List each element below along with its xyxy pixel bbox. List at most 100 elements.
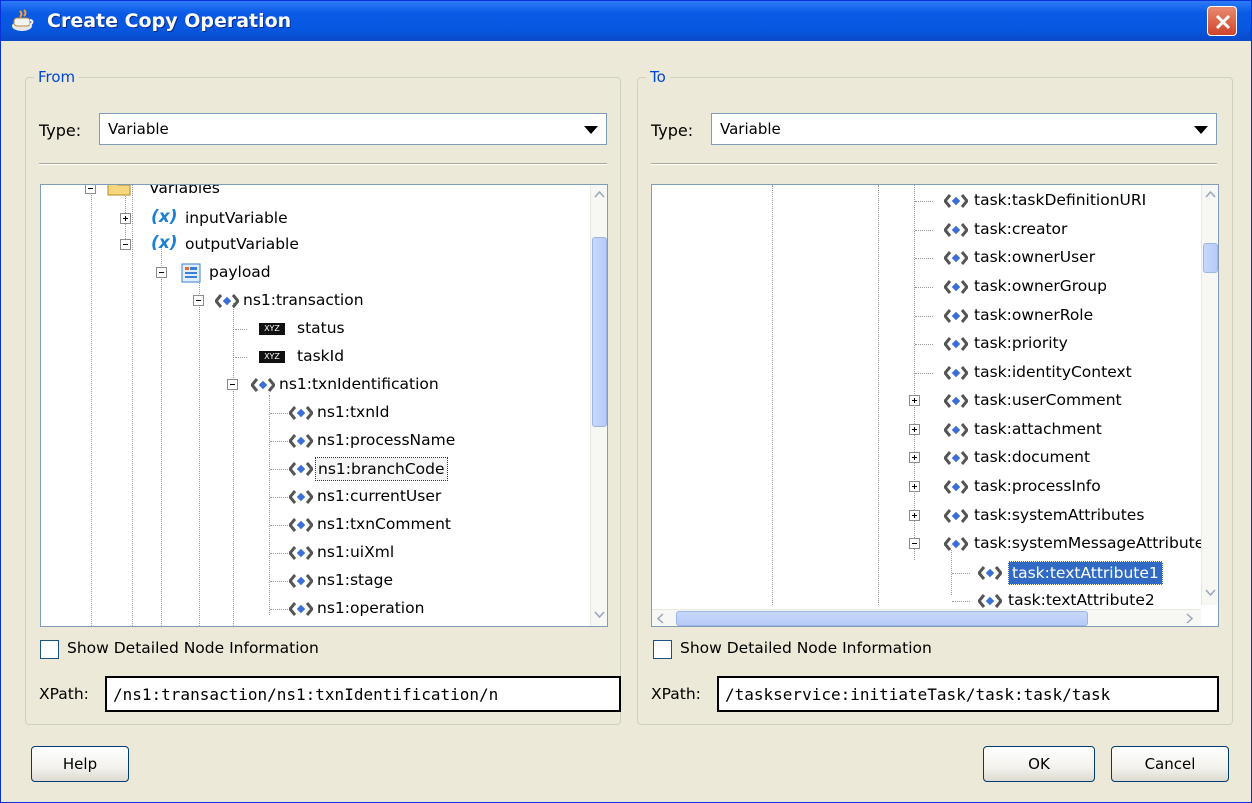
collapse-icon[interactable] (193, 295, 204, 306)
tree-node-branchcode[interactable]: ns1:branchCode (41, 455, 601, 483)
tree-node-label: task:textAttribute2 (1008, 591, 1155, 609)
collapse-icon[interactable] (909, 538, 920, 549)
tree-node-uixml[interactable]: ns1:uiXml (41, 539, 601, 567)
close-button[interactable] (1207, 6, 1237, 36)
tree-node-txnidentification[interactable]: ns1:txnIdentification (41, 371, 601, 399)
tree-node-systemattributes[interactable]: task:systemAttributes (652, 502, 1218, 530)
tree-node-txnid[interactable]: ns1:txnId (41, 399, 601, 427)
scroll-down-icon[interactable] (1205, 589, 1216, 596)
tree-node-textattribute1[interactable]: task:textAttribute1 (652, 559, 1218, 587)
tree-node-taskdefinitionuri[interactable]: task:taskDefinitionURI (652, 187, 1218, 215)
tree-node-label: inputVariable (185, 209, 288, 227)
tree-node-label: status (297, 319, 345, 337)
to-xpath-field[interactable]: /taskservice:initiateTask/task:task/task (717, 676, 1219, 712)
to-show-details-checkbox[interactable] (653, 640, 672, 659)
tree-node-attachment[interactable]: task:attachment (652, 416, 1218, 444)
to-tree-hscrollbar[interactable] (652, 609, 1201, 626)
from-divider (39, 163, 607, 165)
message-part-icon (181, 263, 201, 283)
tree-node-label: ns1:txnId (317, 403, 390, 421)
from-xpath-field[interactable]: /ns1:transaction/ns1:txnIdentification/n (105, 676, 621, 712)
from-type-select[interactable]: Variable (99, 113, 607, 145)
tree-node-systemmessageattributes[interactable]: task:systemMessageAttributes (652, 530, 1218, 558)
tree-node-label: ns1:transaction (243, 291, 364, 309)
element-icon (944, 480, 968, 494)
from-tree-vscrollbar[interactable] (590, 185, 607, 626)
expand-icon[interactable] (909, 395, 920, 406)
from-tree[interactable]: Variables (x) inputVariable (x) outputVa… (40, 184, 608, 627)
tree-node-variables[interactable]: Variables (41, 184, 601, 203)
collapse-icon[interactable] (227, 379, 238, 390)
tree-node-document[interactable]: task:document (652, 444, 1218, 472)
tree-node-label: task:systemAttributes (974, 506, 1145, 524)
from-type-label-text: Type: (39, 121, 82, 140)
tree-node-taskid[interactable]: XYZ taskId (41, 343, 601, 371)
chevron-down-icon (1194, 126, 1208, 134)
tree-node-processinfo[interactable]: task:processInfo (652, 473, 1218, 501)
tree-node-operation[interactable]: ns1:operation (41, 595, 601, 623)
to-tree-hscroll-thumb[interactable] (676, 611, 1088, 626)
tree-node-identitycontext[interactable]: task:identityContext (652, 359, 1218, 387)
variable-icon: (x) (151, 207, 178, 227)
tree-node-priority[interactable]: task:priority (652, 330, 1218, 358)
from-show-details-label[interactable]: Show Detailed Node Information (67, 639, 319, 657)
tree-node-stage[interactable]: ns1:stage (41, 567, 601, 595)
cancel-button[interactable]: Cancel (1111, 746, 1229, 782)
tree-node-processname[interactable]: ns1:processName (41, 427, 601, 455)
scroll-up-icon[interactable] (1205, 191, 1216, 198)
expand-icon[interactable] (909, 424, 920, 435)
tree-node-label: task:taskDefinitionURI (974, 191, 1147, 209)
tree-node-owneruser[interactable]: task:ownerUser (652, 244, 1218, 272)
tree-node-creator[interactable]: task:creator (652, 216, 1218, 244)
tree-node-usercomment[interactable]: task:userComment (652, 387, 1218, 415)
title-bar[interactable]: Create Copy Operation (1, 1, 1251, 41)
collapse-icon[interactable] (85, 185, 96, 194)
to-legend: To (646, 68, 670, 86)
tree-node-payload[interactable]: payload (41, 259, 601, 287)
variable-icon: (x) (151, 233, 178, 253)
element-icon (944, 394, 968, 408)
scroll-left-icon[interactable] (657, 613, 664, 624)
tree-node-label: task:identityContext (974, 363, 1132, 381)
from-show-details-checkbox[interactable] (40, 640, 59, 659)
scroll-up-icon[interactable] (594, 191, 605, 198)
tree-node-currentuser[interactable]: ns1:currentUser (41, 483, 601, 511)
from-legend: From (34, 68, 80, 86)
expand-icon[interactable] (909, 510, 920, 521)
expand-icon[interactable] (909, 452, 920, 463)
tree-node-label: ns1:txnComment (317, 515, 451, 533)
expand-icon[interactable] (120, 213, 131, 224)
element-icon (944, 451, 968, 465)
to-tree-vscrollbar[interactable] (1201, 185, 1218, 605)
tree-node-outputvariable[interactable]: (x) outputVariable (41, 231, 601, 259)
ok-button[interactable]: OK (983, 746, 1095, 782)
scroll-right-icon[interactable] (1186, 613, 1193, 624)
tree-node-label: payload (209, 263, 271, 281)
expand-icon[interactable] (909, 481, 920, 492)
tree-node-label: task:processInfo (974, 477, 1101, 495)
tree-node-label: outputVariable (185, 235, 299, 253)
tree-node-label: Variables (149, 184, 220, 197)
tree-node-transaction[interactable]: ns1:transaction (41, 287, 601, 315)
tree-node-status[interactable]: XYZ status (41, 315, 601, 343)
to-show-details-label[interactable]: Show Detailed Node Information (680, 639, 932, 657)
close-icon (1215, 14, 1231, 30)
tree-node-label: task:creator (974, 220, 1068, 238)
element-icon (944, 251, 968, 265)
tree-node-ownerrole[interactable]: task:ownerRole (652, 302, 1218, 330)
element-icon (289, 434, 313, 448)
element-icon (289, 602, 313, 616)
help-button[interactable]: Help (31, 746, 129, 782)
scroll-down-icon[interactable] (594, 611, 605, 618)
tree-node-txncomment[interactable]: ns1:txnComment (41, 511, 601, 539)
tree-node-ownergroup[interactable]: task:ownerGroup (652, 273, 1218, 301)
to-tree-vscroll-thumb[interactable] (1203, 243, 1218, 273)
collapse-icon[interactable] (120, 239, 131, 250)
to-tree[interactable]: task:taskDefinitionURI task:creator task… (651, 184, 1219, 627)
element-icon (289, 574, 313, 588)
collapse-icon[interactable] (156, 267, 167, 278)
to-type-select[interactable]: Variable (711, 113, 1217, 145)
tree-node-label: task:systemMessageAttributes (974, 534, 1213, 552)
from-tree-vscroll-thumb[interactable] (592, 237, 607, 427)
tree-node-inputvariable[interactable]: (x) inputVariable (41, 205, 601, 233)
